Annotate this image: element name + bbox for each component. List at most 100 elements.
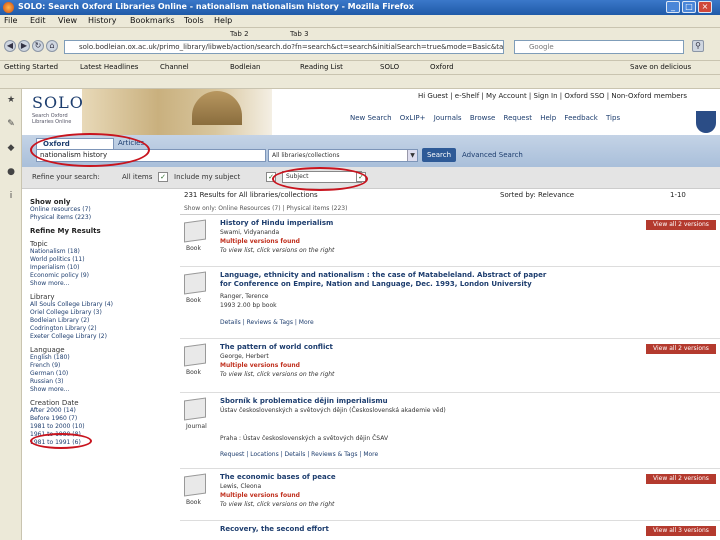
facet-item[interactable]: Online resources (7) [30,206,180,214]
facet-item[interactable]: Exeter College Library (2) [30,333,180,341]
result-title[interactable]: Sborník k problematice dějin imperialism… [220,397,388,405]
topic-heading: Topic [30,240,48,248]
facet-item[interactable]: Codrington Library (2) [30,325,180,333]
addon-toolbar [0,75,720,89]
facet-item[interactable]: Oriel College Library (3) [30,309,180,317]
menu-tools[interactable]: Tools [184,16,204,25]
result-actions[interactable]: Details | Reviews & Tags | More [220,319,314,326]
nav-new-search[interactable]: New Search [350,114,392,122]
scope-select[interactable]: All libraries/collections ▼ [268,149,418,162]
view-versions-button[interactable]: View all 2 versions [646,474,716,484]
bookmark-item[interactable]: Bodleian [230,63,260,71]
language-heading: Language [30,346,65,354]
facet-item[interactable]: Before 1960 (7) [30,415,180,423]
facet-item[interactable]: 1981 to 2000 (10) [30,423,180,431]
nav-help[interactable]: Help [540,114,556,122]
addon-icon[interactable]: ● [5,167,17,179]
chevron-down-icon[interactable]: ▼ [407,150,417,161]
facet-item[interactable]: 1981 to 1991 (6) [30,439,180,447]
solo-logo[interactable]: SOLO [32,93,84,112]
nav-browse[interactable]: Browse [470,114,496,122]
account-links[interactable]: Hi Guest | e-Shelf | My Account | Sign I… [418,92,687,100]
book-icon [184,271,206,295]
search-button[interactable]: Search [422,148,456,162]
reload-icon[interactable]: ↻ [32,40,44,52]
refine-checkbox-1[interactable]: ✓ [158,172,168,182]
facet-item[interactable]: Imperialism (10) [30,264,180,272]
bookmark-item[interactable]: SOLO [380,63,399,71]
web-search-input[interactable]: Google [514,40,684,54]
advanced-search-link[interactable]: Advanced Search [462,151,523,159]
menu-file[interactable]: File [4,16,17,25]
facet-item[interactable]: All Souls College Library (4) [30,301,180,309]
nav-journals[interactable]: Journals [434,114,462,122]
menu-view[interactable]: View [58,16,77,25]
view-versions-button[interactable]: View all 3 versions [646,526,716,536]
view-versions-button[interactable]: View all 2 versions [646,220,716,230]
tab-2[interactable]: Tab 3 [290,30,309,38]
facet-item[interactable]: World politics (11) [30,256,180,264]
result-title[interactable]: Recovery, the second effort [220,525,329,533]
bookmark-item[interactable]: Channel [160,63,189,71]
close-icon[interactable]: × [698,1,712,13]
back-icon[interactable]: ◀ [4,40,16,52]
addon-icon[interactable]: ★ [5,95,17,107]
result-title[interactable]: The pattern of world conflict [220,343,333,351]
result-title[interactable]: History of Hindu imperialism [220,219,333,227]
result-title[interactable]: Language, ethnicity and nationalism : th… [220,271,550,289]
facet-item[interactable]: 1961 to 1980 (8) [30,431,180,439]
nav-request[interactable]: Request [504,114,532,122]
menu-history[interactable]: History [88,16,116,25]
menu-edit[interactable]: Edit [30,16,46,25]
facet-item[interactable]: French (9) [30,362,180,370]
bookmark-item[interactable]: Reading List [300,63,343,71]
tab-1[interactable]: Tab 2 [230,30,249,38]
facet-item[interactable]: Bodleian Library (2) [30,317,180,325]
facet-show-more[interactable]: Show more... [30,280,180,288]
search-input[interactable]: nationalism history [36,149,266,162]
facet-item[interactable]: Russian (3) [30,378,180,386]
results-summary: 231 Results for All libraries/collection… [180,191,720,201]
bookmark-item[interactable]: Getting Started [4,63,58,71]
sort-select[interactable]: Sorted by: Relevance [500,191,574,199]
nav-feedback[interactable]: Feedback [564,114,597,122]
facet-item[interactable]: Physical items (223) [30,214,180,222]
format-label: Book [186,499,201,506]
result-title[interactable]: The economic bases of peace [220,473,336,481]
nav-tips[interactable]: Tips [606,114,620,122]
view-versions-button[interactable]: View all 2 versions [646,344,716,354]
info-icon[interactable]: i [5,191,17,203]
tab-oxford-collections[interactable]: Oxford Collections [36,138,114,158]
addon-icon[interactable]: ✎ [5,119,17,131]
addon-icon[interactable]: ◆ [5,143,17,155]
forward-icon[interactable]: ▶ [18,40,30,52]
refine-checkbox-2[interactable]: ✓ [266,172,276,182]
facet-item-german[interactable]: German (10) [30,370,180,378]
menu-help[interactable]: Help [214,16,232,25]
facet-item[interactable]: Nationalism (18) [30,248,180,256]
tab-articles[interactable]: Articles [118,139,144,147]
logo-subtitle: Search Oxford Libraries Online [32,113,72,125]
bookmark-item[interactable]: Latest Headlines [80,63,138,71]
nav-oxlip[interactable]: OxLIP+ [400,114,426,122]
subject-select[interactable]: Subject [282,171,362,183]
home-icon[interactable]: ⌂ [46,40,58,52]
bookmark-item[interactable]: Save on delicious [630,63,691,71]
book-icon [184,343,206,367]
result-actions[interactable]: Request | Locations | Details | Reviews … [220,451,378,458]
refine-checkbox-3[interactable]: ✓ [356,172,366,182]
filters-text[interactable]: Show only: Online Resources (7) | Physic… [184,205,347,212]
facet-item[interactable]: After 2000 (14) [30,407,180,415]
minimize-icon[interactable]: _ [666,1,680,13]
facet-show-more[interactable]: Show more... [30,386,180,394]
page-content: SOLO Search Oxford Libraries Online Hi G… [22,89,720,540]
sidebar-addon-strip: ★ ✎ ◆ ● i [0,89,22,540]
maximize-icon[interactable]: □ [682,1,696,13]
bookmark-item[interactable]: Oxford [430,63,454,71]
facet-item[interactable]: Economic policy (9) [30,272,180,280]
menu-bookmarks[interactable]: Bookmarks [130,16,175,25]
search-go-icon[interactable]: ⚲ [692,40,704,52]
facet-sidebar: Show only Online resources (7) Physical … [30,193,180,447]
facet-item[interactable]: English (180) [30,354,180,362]
url-bar[interactable]: solo.bodleian.ox.ac.uk/primo_library/lib… [64,40,504,54]
